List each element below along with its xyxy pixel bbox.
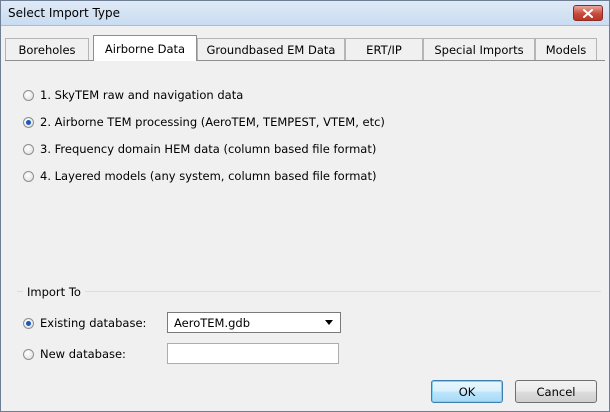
chevron-down-icon (325, 320, 333, 325)
option-label: 1. SkyTEM raw and navigation data (40, 88, 244, 102)
radio-button[interactable] (23, 143, 34, 155)
select-import-type-dialog: Select Import Type Boreholes Airborne Da… (0, 0, 610, 412)
option-label: 3. Frequency domain HEM data (column bas… (40, 142, 377, 156)
option-label: 2. Airborne TEM processing (AeroTEM, TEM… (40, 115, 385, 129)
import-to-group: Import To (17, 285, 601, 382)
existing-database-dropdown[interactable]: AeroTEM.gdb (167, 312, 341, 333)
radio-button-selected[interactable] (23, 317, 34, 329)
tab-ert-ip[interactable]: ERT/IP (345, 38, 423, 60)
existing-database-label: Existing database: (40, 316, 147, 330)
option-layered-models[interactable]: 4. Layered models (any system, column ba… (23, 169, 376, 183)
radio-button[interactable] (23, 170, 34, 182)
option-frequency-domain-hem[interactable]: 3. Frequency domain HEM data (column bas… (23, 142, 376, 156)
tab-airborne-data[interactable]: Airborne Data (93, 35, 197, 61)
title-bar[interactable]: Select Import Type (1, 1, 609, 26)
close-icon (583, 8, 593, 18)
import-to-label: Import To (23, 285, 85, 299)
option-skytem-raw[interactable]: 1. SkyTEM raw and navigation data (23, 88, 243, 102)
radio-button[interactable] (23, 89, 34, 101)
dialog-title: Select Import Type (8, 6, 121, 20)
new-database-option[interactable]: New database: (23, 347, 126, 361)
existing-database-option[interactable]: Existing database: (23, 316, 146, 330)
close-button[interactable] (573, 5, 603, 21)
tab-groundbased-em-data[interactable]: Groundbased EM Data (197, 38, 345, 60)
tab-boreholes[interactable]: Boreholes (5, 38, 89, 60)
option-airborne-tem-processing[interactable]: 2. Airborne TEM processing (AeroTEM, TEM… (23, 115, 385, 129)
radio-button-selected[interactable] (23, 116, 34, 128)
cancel-button[interactable]: Cancel (515, 380, 597, 403)
ok-button[interactable]: OK (431, 380, 503, 403)
tab-strip: Boreholes Airborne Data Groundbased EM D… (5, 35, 605, 61)
option-label: 4. Layered models (any system, column ba… (40, 169, 377, 183)
new-database-input[interactable] (167, 343, 339, 364)
new-database-label: New database: (40, 347, 126, 361)
tab-special-imports[interactable]: Special Imports (423, 38, 535, 60)
radio-button[interactable] (23, 348, 34, 360)
tab-models[interactable]: Models (535, 38, 597, 60)
selected-database: AeroTEM.gdb (174, 316, 251, 330)
